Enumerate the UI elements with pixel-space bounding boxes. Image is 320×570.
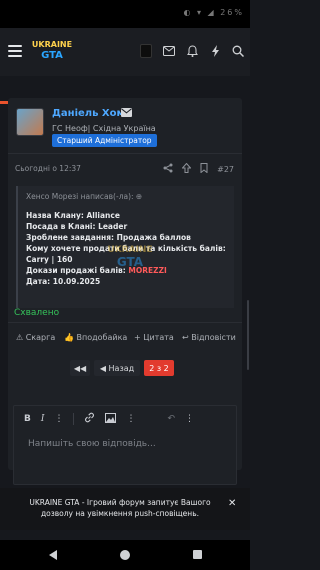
report-button[interactable]: ⚠ Скарга <box>16 333 55 342</box>
bookmark-icon[interactable] <box>200 163 208 175</box>
more-insert-icon[interactable]: ⋮ <box>126 414 135 424</box>
pagination: ◀◀ ◀ Назад 2 з 2 <box>70 360 174 376</box>
logo-text-top: UKRAINE <box>31 40 73 49</box>
status-icons: ◐ ▾ ◢ 26% <box>183 8 244 17</box>
link-icon[interactable] <box>84 412 95 426</box>
push-notification-prompt[interactable]: UKRAINE GTA - Ігровий форум запитує Вашо… <box>0 488 250 530</box>
watermark-text-bottom: GTA <box>116 255 144 269</box>
quote-line: Назва Клану: Alliance <box>26 211 120 220</box>
upvote-icon[interactable] <box>181 162 192 175</box>
prev-page-button[interactable]: ◀ Назад <box>94 360 140 376</box>
back-icon[interactable] <box>49 550 57 560</box>
reply-editor: B I ⋮ ⋮ ↶ ⋮ Напишіть свою відповідь... <box>13 405 237 485</box>
role-badge: Старший Адміністратор <box>52 134 157 147</box>
post-actions: ⚠ Скарга 👍 Вподобайка + Цитата ↩ Відпові… <box>8 322 242 350</box>
first-page-button[interactable]: ◀◀ <box>70 360 90 376</box>
image-icon[interactable] <box>105 412 117 426</box>
close-icon[interactable]: ✕ <box>228 498 236 509</box>
toolbar-divider <box>73 413 75 425</box>
approval-status: Схвалено <box>14 308 60 318</box>
bell-icon[interactable] <box>186 44 198 58</box>
quote-line: Посада в Клані: Leader <box>26 222 128 231</box>
undo-icon[interactable]: ↶ <box>167 414 175 424</box>
site-logo[interactable]: UKRAINE GTA <box>30 39 74 65</box>
message-icon[interactable] <box>121 108 132 117</box>
app-header: UKRAINE GTA <box>0 28 250 104</box>
italic-icon[interactable]: I <box>41 414 45 424</box>
author-avatar[interactable] <box>16 108 44 136</box>
quote-block: Хенсо Морезі написав(-ла): ⊕ Назва Клану… <box>16 186 234 308</box>
post-date[interactable]: Сьогодні о 12:37 <box>15 164 81 173</box>
system-nav-bar <box>0 540 250 570</box>
toast-message: UKRAINE GTA - Ігровий форум запитує Вашо… <box>29 498 211 518</box>
menu-icon[interactable] <box>8 45 22 57</box>
bold-icon[interactable]: B <box>24 414 31 424</box>
avatar[interactable] <box>140 44 152 58</box>
editor-toolbar: B I ⋮ ⋮ ↶ ⋮ <box>14 406 236 432</box>
status-bar: ◐ ▾ ◢ 26% <box>0 0 250 28</box>
share-icon[interactable] <box>163 163 173 175</box>
more-options-icon[interactable]: ⋮ <box>185 414 194 424</box>
search-icon[interactable] <box>232 44 244 58</box>
post-header: Даніель Хомс ГС Неоф| Східна Україна Ста… <box>8 98 242 154</box>
current-page[interactable]: 2 з 2 <box>144 360 174 376</box>
quote-button[interactable]: + Цитата <box>134 333 174 342</box>
post-number[interactable]: #27 <box>217 165 234 174</box>
logo-text-bottom: GTA <box>41 50 63 61</box>
post-meta: Сьогодні о 12:37 #27 <box>8 162 242 176</box>
quote-line: Зроблене завдання: Продажа баллов <box>26 233 191 242</box>
like-button[interactable]: 👍 Вподобайка <box>64 333 127 342</box>
author-title: ГС Неоф| Східна Україна <box>52 124 156 133</box>
watermark-logo: UKRAINE GTA <box>100 244 160 274</box>
author-name[interactable]: Даніель Хомс <box>52 108 131 119</box>
quote-header[interactable]: Хенсо Морезі написав(-ла): ⊕ <box>26 192 142 201</box>
mail-icon[interactable] <box>163 44 175 58</box>
reply-button[interactable]: ↩ Відповісти <box>182 333 236 342</box>
home-icon[interactable] <box>120 550 130 560</box>
bolt-icon[interactable] <box>209 44 221 58</box>
quote-line: Дата: 10.09.2025 <box>26 277 101 286</box>
reply-input[interactable]: Напишіть свою відповідь... <box>28 439 156 449</box>
scrollbar[interactable] <box>247 300 249 370</box>
recents-icon[interactable] <box>193 550 202 559</box>
more-text-icon[interactable]: ⋮ <box>54 414 63 424</box>
